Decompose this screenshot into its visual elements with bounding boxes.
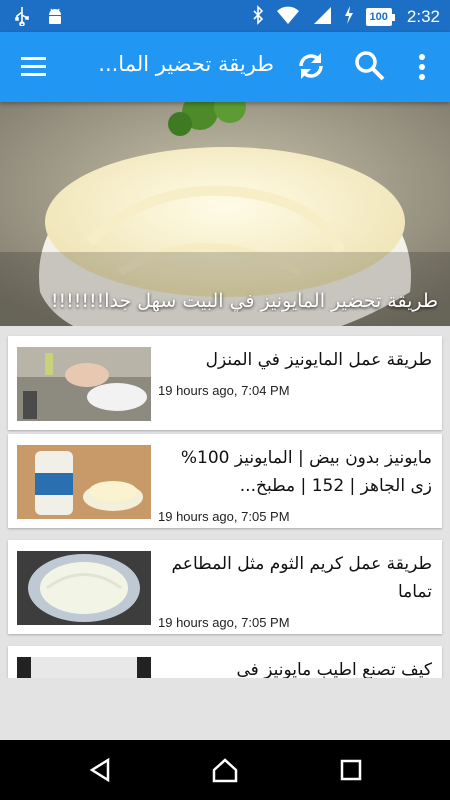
article-time: 19 hours ago, 7:05 PM <box>158 509 290 524</box>
recents-square-icon <box>340 759 362 781</box>
article-card[interactable]: مايونيز بدون بيض | المايونيز 100% زى الج… <box>8 434 442 528</box>
article-card[interactable]: طريقة عمل المايونيز في المنزل 19 hours a… <box>8 336 442 430</box>
charging-icon <box>344 6 354 28</box>
back-triangle-icon <box>89 757 110 783</box>
status-time: 2:32 <box>406 7 440 26</box>
article-card[interactable]: طريقة عمل كريم الثوم مثل المطاعم تماما 1… <box>8 540 442 634</box>
system-nav-bar <box>0 740 450 800</box>
home-icon <box>212 758 238 783</box>
signal-icon <box>312 5 332 29</box>
more-vertical-icon <box>419 54 425 80</box>
featured-article-title: طريقة تحضير المايونيز في البيت سهل جدا!!… <box>50 290 438 312</box>
usb-icon <box>14 6 30 30</box>
battery-indicator: 100 <box>365 8 395 26</box>
app-bar-title: طريقة تحضير الما... <box>98 52 274 76</box>
article-title: مايونيز بدون بيض | المايونيز 100% زى الج… <box>180 448 432 496</box>
search-icon <box>355 51 385 81</box>
battery-level: 100 <box>365 8 392 26</box>
back-button[interactable] <box>88 757 114 783</box>
article-thumbnail <box>17 445 151 519</box>
status-bar: 100 2:32 <box>0 0 450 32</box>
featured-article[interactable]: طريقة تحضير المايونيز في البيت سهل جدا!!… <box>0 102 450 326</box>
article-title: طريقة عمل المايونيز في المنزل <box>205 350 432 370</box>
article-list: طريقة عمل المايونيز في المنزل 19 hours a… <box>0 326 450 678</box>
article-thumbnail <box>17 657 151 678</box>
refresh-button[interactable] <box>294 49 328 83</box>
recents-button[interactable] <box>338 757 364 783</box>
empty-area <box>0 678 450 740</box>
search-button[interactable] <box>354 50 386 82</box>
article-thumbnail <box>17 347 151 421</box>
article-title: كيف تصنع اطيب مايونيز في <box>236 660 433 678</box>
wifi-icon <box>276 5 300 29</box>
menu-button[interactable] <box>20 54 48 80</box>
overflow-menu-button[interactable] <box>410 52 434 82</box>
article-title: طريقة عمل كريم الثوم مثل المطاعم تماما <box>171 554 432 602</box>
app-bar: طريقة تحضير الما... <box>0 32 450 102</box>
home-button[interactable] <box>212 757 238 783</box>
article-time: 19 hours ago, 7:04 PM <box>158 383 290 398</box>
article-card[interactable]: كيف تصنع اطيب مايونيز في <box>8 646 442 678</box>
hamburger-menu-icon <box>21 57 46 76</box>
article-thumbnail <box>17 551 151 625</box>
article-time: 19 hours ago, 7:05 PM <box>158 615 290 630</box>
refresh-icon <box>299 53 323 79</box>
android-icon <box>46 6 64 30</box>
bluetooth-icon <box>252 5 264 29</box>
